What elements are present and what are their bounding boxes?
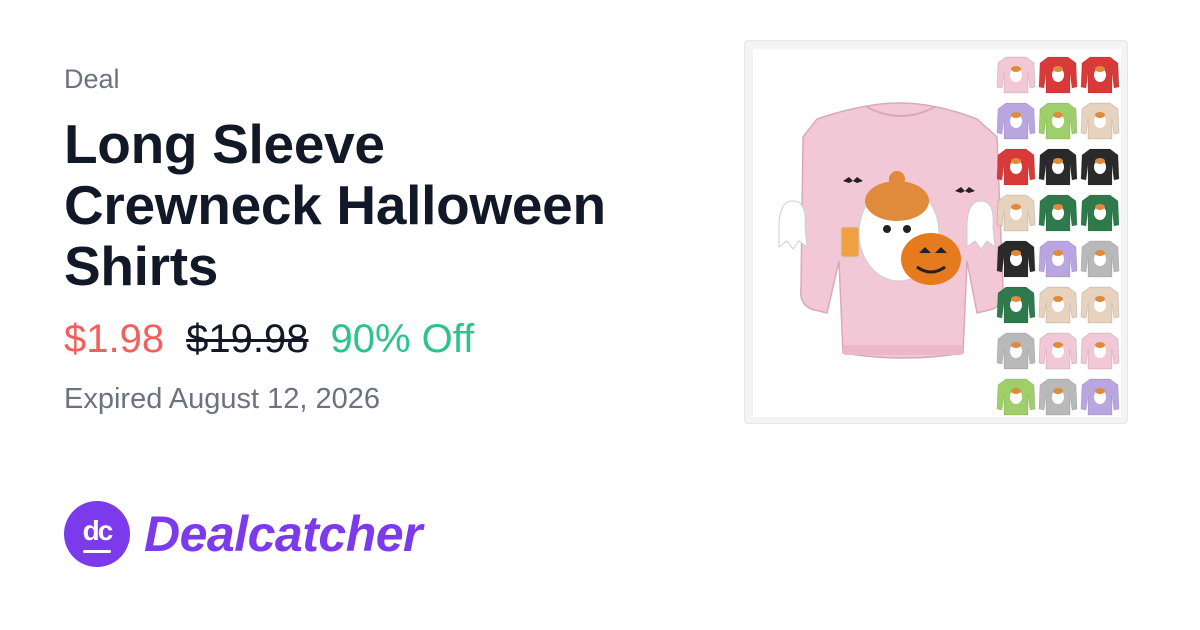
brand-monogram: dc (82, 515, 114, 546)
original-price: $19.98 (186, 316, 309, 361)
brand-logo[interactable]: dc Dealcatcher (64, 501, 423, 567)
sale-price: $1.98 (64, 316, 165, 361)
product-image-canvas (753, 49, 1121, 417)
deal-eyebrow: Deal (64, 64, 120, 94)
deal-title-line: Long Sleeve (64, 113, 385, 175)
product-image[interactable] (744, 40, 1128, 424)
deal-title-line: Shirts (64, 235, 219, 297)
smile-mark (83, 550, 111, 553)
brand-badge-icon: dc (64, 501, 130, 567)
expiry-date: Expired August 12, 2026 (64, 383, 381, 415)
price-row: $1.98 $19.98 90% Off (64, 314, 474, 364)
deal-title-line: Crewneck Halloween (64, 174, 606, 236)
discount-label: 90% Off (330, 316, 475, 361)
brand-name: Dealcatcher (144, 506, 423, 562)
deal-title[interactable]: Long Sleeve Crewneck Halloween Shirts (64, 114, 714, 297)
